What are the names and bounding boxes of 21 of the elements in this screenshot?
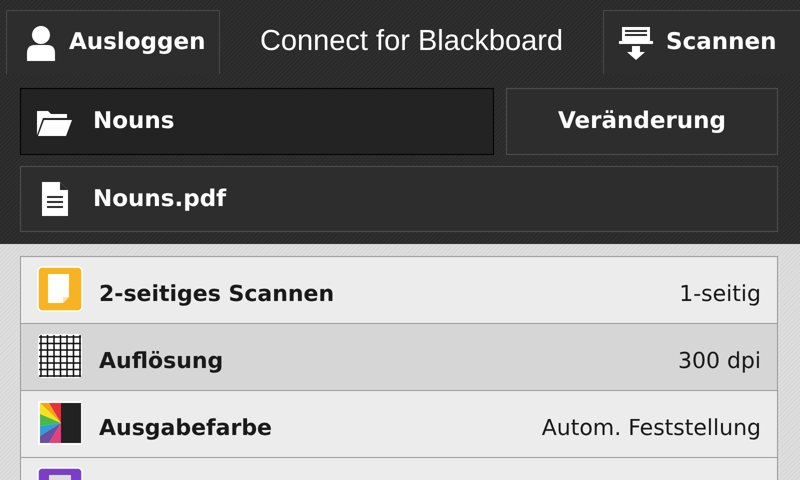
page-icon [37, 266, 83, 312]
setting-row[interactable]: Ausgabefarbe Autom. Feststellung [21, 391, 777, 458]
setting-value: 300 dpi [678, 348, 761, 376]
setting-label: 2-seitiges Scannen [99, 281, 334, 309]
folder-button[interactable]: Nouns [20, 88, 494, 155]
setting-value: Autom. Feststellung [542, 415, 761, 443]
grid-icon [37, 333, 83, 379]
person-icon [25, 24, 57, 60]
scan-icon [618, 24, 654, 60]
setting-row[interactable]: Auflösung 300 dpi [21, 324, 777, 391]
setting-row[interactable]: 2-seitiges Scannen 1-seitig [21, 257, 777, 324]
file-name-button[interactable]: Nouns.pdf [20, 166, 778, 232]
change-button[interactable]: Veränderung [506, 88, 778, 155]
setting-label: Ausgabefarbe [99, 415, 272, 443]
document-icon [41, 181, 69, 217]
color-fan-icon [37, 400, 83, 446]
app-title: Connect for Blackboard [258, 24, 564, 60]
setting-label: Auflösung [99, 348, 224, 376]
scan-button[interactable]: Scannen [603, 10, 800, 74]
logout-button[interactable]: Ausloggen [6, 10, 220, 74]
setting-value: 1-seitig [679, 281, 761, 309]
